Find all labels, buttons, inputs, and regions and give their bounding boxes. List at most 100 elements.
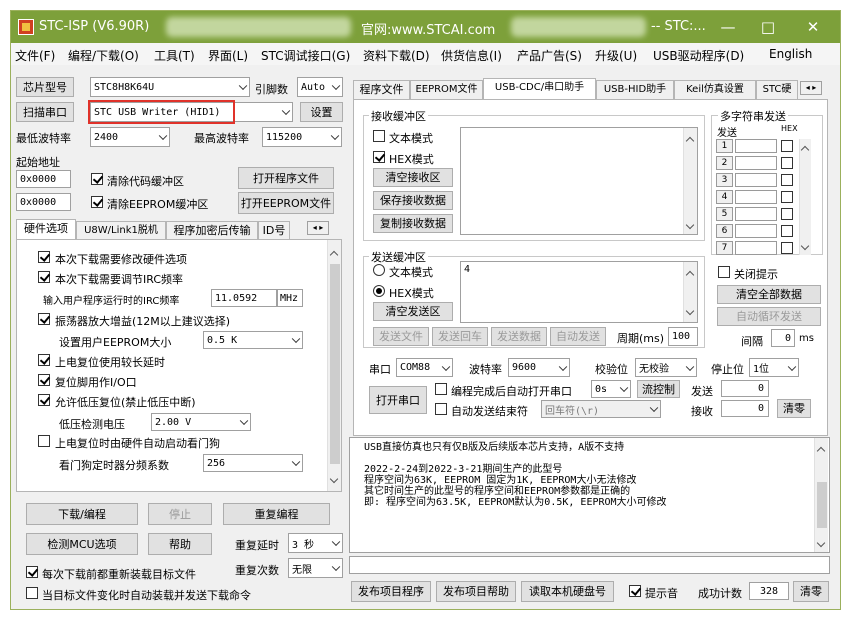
publish-program-button[interactable]: 发布项目程序 bbox=[351, 581, 431, 602]
repeat-delay-select[interactable]: 3 秒 bbox=[288, 533, 343, 553]
max-baud-select[interactable]: 115200 bbox=[262, 127, 342, 147]
repeat-program-button[interactable]: 重复编程 bbox=[223, 503, 330, 525]
irc-unit-select[interactable]: MHz bbox=[277, 289, 303, 307]
scan-port-button[interactable]: 扫描串口 bbox=[16, 102, 74, 122]
interval-input[interactable]: 0 bbox=[771, 329, 795, 347]
auto-send-button[interactable]: 自动发送 bbox=[550, 327, 606, 346]
recv-hex-mode-checkbox[interactable] bbox=[373, 151, 385, 163]
clear-success-button[interactable]: 清零 bbox=[793, 581, 829, 602]
menu-file[interactable]: 文件(F) bbox=[15, 47, 55, 64]
log-scrollbar[interactable] bbox=[814, 438, 828, 552]
tab-hardware-options[interactable]: 硬件选项 bbox=[16, 219, 76, 239]
stop-bits-select[interactable]: 1位 bbox=[749, 358, 799, 377]
multi-send-row-button[interactable]: 1 bbox=[716, 139, 733, 153]
tab-program-file[interactable]: 程序文件 bbox=[353, 80, 410, 99]
send-data-button[interactable]: 发送数据 bbox=[491, 327, 547, 346]
multi-string-scrollbar[interactable] bbox=[799, 139, 811, 255]
download-program-button[interactable]: 下载/编程 bbox=[26, 503, 138, 525]
auto-open-delay-select[interactable]: 0s bbox=[591, 380, 631, 398]
auto-load-checkbox[interactable] bbox=[26, 587, 38, 599]
option-checkbox[interactable] bbox=[38, 313, 50, 325]
copy-receive-button[interactable]: 复制接收数据 bbox=[373, 214, 453, 233]
open-port-button[interactable]: 打开串口 bbox=[369, 386, 427, 414]
help-button[interactable]: 帮助 bbox=[148, 533, 212, 555]
com-port-select[interactable]: COM88 bbox=[396, 358, 453, 377]
parity-select[interactable]: 无校验 bbox=[635, 358, 697, 377]
multi-send-input[interactable] bbox=[735, 156, 777, 170]
multi-send-input[interactable] bbox=[735, 190, 777, 204]
open-program-button[interactable]: 打开程序文件 bbox=[238, 167, 334, 189]
tab-encrypt[interactable]: 程序加密后传输 bbox=[166, 221, 258, 239]
multi-hex-checkbox[interactable] bbox=[781, 242, 793, 254]
tab-usb-cdc-serial[interactable]: USB-CDC/串口助手 bbox=[483, 78, 596, 99]
send-hex-mode-radio[interactable] bbox=[373, 285, 385, 297]
repeat-count-select[interactable]: 无限 bbox=[288, 558, 343, 578]
option-checkbox[interactable] bbox=[38, 394, 50, 406]
read-disk-id-button[interactable]: 读取本机硬盘号 bbox=[521, 581, 614, 602]
multi-send-input[interactable] bbox=[735, 173, 777, 187]
multi-send-input[interactable] bbox=[735, 207, 777, 221]
tab-scroll-arrows[interactable]: ◂ ▸ bbox=[800, 81, 822, 95]
tab-usb-hid[interactable]: USB-HID助手 bbox=[596, 80, 674, 99]
multi-hex-checkbox[interactable] bbox=[781, 208, 793, 220]
tab-scroll-arrows[interactable]: ◂ ▸ bbox=[307, 221, 329, 235]
clear-eeprom-checkbox[interactable] bbox=[91, 196, 103, 208]
reload-checkbox[interactable] bbox=[26, 566, 38, 578]
multi-send-input[interactable] bbox=[735, 241, 777, 255]
close-button[interactable]: ✕ bbox=[796, 15, 830, 39]
period-input[interactable]: 100 bbox=[668, 327, 698, 346]
tab-keil-debug[interactable]: Keil仿真设置 bbox=[674, 80, 756, 99]
maximize-button[interactable]: □ bbox=[751, 15, 785, 39]
option-checkbox[interactable] bbox=[38, 251, 50, 263]
clear-code-checkbox[interactable] bbox=[91, 173, 103, 185]
multi-send-row-button[interactable]: 7 bbox=[716, 241, 733, 255]
receive-textarea[interactable] bbox=[460, 127, 698, 235]
menu-interface[interactable]: 界面(L) bbox=[208, 47, 248, 64]
min-baud-select[interactable]: 2400 bbox=[90, 127, 170, 147]
publish-help-button[interactable]: 发布项目帮助 bbox=[436, 581, 516, 602]
code-address-input[interactable]: 0x0000 bbox=[16, 170, 71, 188]
flow-control-button[interactable]: 流控制 bbox=[637, 380, 680, 398]
eeprom-address-input[interactable]: 0x0000 bbox=[16, 193, 71, 211]
options-scrollbar[interactable] bbox=[327, 240, 341, 491]
tab-eeprom-file[interactable]: EEPROM文件 bbox=[410, 80, 483, 99]
baud-select[interactable]: 9600 bbox=[508, 358, 570, 377]
irc-frequency-input[interactable]: 11.0592 bbox=[211, 289, 277, 307]
multi-hex-checkbox[interactable] bbox=[781, 174, 793, 186]
menu-usb-driver[interactable]: USB驱动程序(D) bbox=[653, 47, 744, 64]
menu-docs[interactable]: 资料下载(D) bbox=[363, 47, 430, 64]
scroll-thumb[interactable] bbox=[817, 482, 827, 528]
multi-hex-checkbox[interactable] bbox=[781, 157, 793, 169]
menu-ads[interactable]: 产品广告(S) bbox=[517, 47, 582, 64]
multi-send-row-button[interactable]: 5 bbox=[716, 207, 733, 221]
end-char-select[interactable]: 回车符(\r) bbox=[541, 400, 661, 418]
beep-checkbox[interactable] bbox=[629, 585, 641, 597]
settings-button[interactable]: 设置 bbox=[300, 102, 343, 122]
tab-id[interactable]: ID号 bbox=[258, 221, 290, 239]
wdt-prescaler-select[interactable]: 256 bbox=[203, 454, 303, 472]
detect-mcu-button[interactable]: 检测MCU选项 bbox=[26, 533, 138, 555]
eeprom-size-select[interactable]: 0.5 K bbox=[203, 331, 303, 349]
multi-hex-checkbox[interactable] bbox=[781, 191, 793, 203]
clear-send-button[interactable]: 清空发送区 bbox=[373, 302, 453, 321]
send-textarea[interactable]: 4 bbox=[460, 261, 698, 323]
clear-all-data-button[interactable]: 清空全部数据 bbox=[717, 285, 821, 304]
save-receive-button[interactable]: 保存接收数据 bbox=[373, 191, 453, 210]
menu-supply[interactable]: 供货信息(I) bbox=[441, 47, 502, 64]
auto-open-port-checkbox[interactable] bbox=[435, 383, 447, 395]
send-enter-button[interactable]: 发送回车 bbox=[432, 327, 488, 346]
tab-stc-hw[interactable]: STC硬 bbox=[756, 80, 798, 99]
multi-hex-checkbox[interactable] bbox=[781, 225, 793, 237]
lvd-voltage-select[interactable]: 2.00 V bbox=[151, 413, 251, 431]
pins-select[interactable]: Auto bbox=[297, 77, 343, 97]
multi-send-row-button[interactable]: 6 bbox=[716, 224, 733, 238]
tab-offline[interactable]: U8W/Link1脱机 bbox=[76, 221, 166, 239]
open-eeprom-button[interactable]: 打开EEPROM文件 bbox=[238, 192, 334, 214]
scroll-thumb[interactable] bbox=[330, 264, 340, 464]
send-text-mode-radio[interactable] bbox=[373, 264, 385, 276]
multi-send-row-button[interactable]: 3 bbox=[716, 173, 733, 187]
chip-model-select[interactable]: STC8H8K64U bbox=[90, 77, 250, 97]
option-checkbox[interactable] bbox=[38, 435, 50, 447]
menu-english[interactable]: English bbox=[769, 47, 812, 61]
minimize-button[interactable]: — bbox=[711, 15, 745, 39]
